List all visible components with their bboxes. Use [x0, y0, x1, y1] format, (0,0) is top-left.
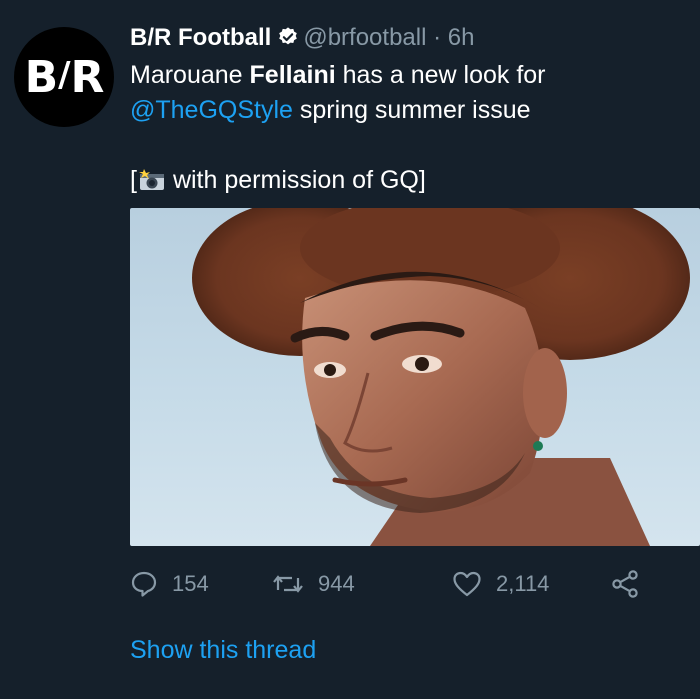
author-name[interactable]: B/R Football	[130, 24, 271, 51]
avatar-letter-b: B	[24, 51, 59, 103]
retweet-button[interactable]: 944	[272, 566, 355, 602]
author-handle[interactable]: @brfootball	[303, 24, 426, 51]
tweet-text-part2: has a new look for	[335, 61, 546, 89]
avatar-slash: /	[58, 55, 70, 95]
verified-badge-icon	[279, 27, 298, 45]
mention-link[interactable]: @TheGQStyle	[130, 96, 293, 124]
separator-dot: ·	[433, 24, 442, 51]
avatar-letter-r: R	[70, 51, 105, 103]
portrait-photo	[192, 208, 690, 546]
heart-icon	[453, 571, 481, 597]
tweet-header: B/R Football @brfootball · 6h	[130, 22, 474, 54]
share-icon	[612, 570, 638, 598]
camera-flash-icon	[138, 169, 164, 190]
credit-bracket: [	[130, 166, 137, 194]
show-thread-link[interactable]: Show this thread	[130, 636, 316, 665]
author-avatar[interactable]: B / R	[14, 27, 114, 127]
reply-count: 154	[172, 571, 209, 596]
photo-credit: [ with permission of GQ]	[130, 164, 426, 196]
retweet-icon	[273, 575, 303, 593]
share-button[interactable]	[610, 566, 654, 602]
tweet-text-part1: Marouane	[130, 61, 250, 89]
tweet-text-bold: Fellaini	[249, 61, 336, 89]
tweet-text-part3: spring summer issue	[292, 96, 531, 124]
tweet-photo[interactable]	[130, 208, 700, 546]
like-button[interactable]: 2,114	[452, 566, 549, 602]
tweet-timestamp[interactable]: 6h	[448, 24, 475, 51]
credit-text: with permission of GQ]	[172, 166, 426, 194]
tweet-actions: 154 944 2,114	[130, 566, 650, 602]
reply-icon	[131, 571, 157, 597]
tweet-text: Marouane Fellaini has a new look for @The…	[130, 58, 690, 128]
retweet-count: 944	[318, 571, 355, 596]
reply-button[interactable]: 154	[130, 566, 209, 602]
like-count: 2,114	[496, 571, 550, 596]
